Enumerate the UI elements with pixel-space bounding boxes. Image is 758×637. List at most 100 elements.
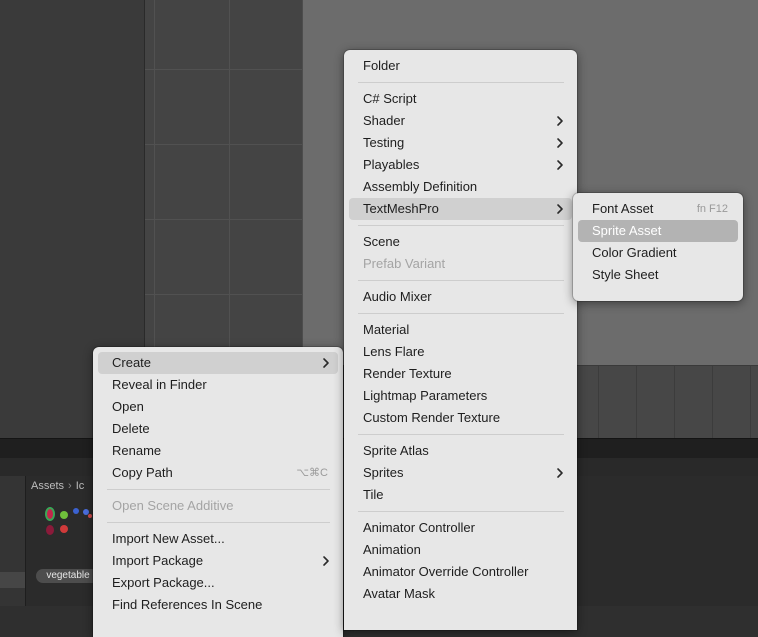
menu-item-label: Import New Asset... <box>112 531 225 546</box>
context-menu-item-import-package[interactable]: Import Package <box>98 550 338 572</box>
create-menu-item-animator-override-controller[interactable]: Animator Override Controller <box>349 561 572 583</box>
context-menu-item-delete[interactable]: Delete <box>98 418 338 440</box>
menu-item-label: Export Package... <box>112 575 215 590</box>
create-menu-item-audio-mixer[interactable]: Audio Mixer <box>349 286 572 308</box>
context-menu-separator-1 <box>107 522 330 523</box>
create-menu-item-c-script[interactable]: C# Script <box>349 88 572 110</box>
menu-item-label: Open Scene Additive <box>112 498 234 513</box>
menu-item-label: Testing <box>363 135 405 150</box>
breadcrumb: Assets › Ic <box>31 478 84 494</box>
context-menu-separator-0 <box>107 489 330 490</box>
context-menu-item-rename[interactable]: Rename <box>98 440 338 462</box>
menu-item-label: Prefab Variant <box>363 256 446 271</box>
sprite-sheet-icon <box>42 504 94 538</box>
menu-item-label: Create <box>112 355 152 370</box>
menu-item-label: Custom Render Texture <box>363 410 501 425</box>
create-menu-item-sprite-atlas[interactable]: Sprite Atlas <box>349 440 572 462</box>
create-menu-item-custom-render-texture[interactable]: Custom Render Texture <box>349 407 572 429</box>
chevron-right-icon <box>557 204 563 214</box>
create-menu-item-sprites[interactable]: Sprites <box>349 462 572 484</box>
menu-item-label: Material <box>363 322 410 337</box>
context-menu-item-create[interactable]: Create <box>98 352 338 374</box>
context-menu: Create Reveal in Finder Open Delete Rename Co… <box>93 347 343 637</box>
chevron-right-icon <box>557 468 563 478</box>
selected-folder[interactable] <box>0 572 25 588</box>
menu-item-label: Open <box>112 399 144 414</box>
menu-item-label: Sprite Atlas <box>363 443 429 458</box>
context-menu-item-copy-path[interactable]: Copy Path ⌥⌘C <box>98 462 338 484</box>
create-menu-separator-0 <box>358 82 564 83</box>
menu-item-label: Sprites <box>363 465 404 480</box>
create-menu-item-folder[interactable]: Folder <box>349 55 572 77</box>
context-menu-item-find-references-in-scene[interactable]: Find References In Scene <box>98 594 338 616</box>
menu-item-label: Folder <box>363 58 400 73</box>
menu-item-label: Tile <box>363 487 384 502</box>
asset-name-label[interactable]: vegetable <box>36 569 100 583</box>
chevron-right-icon <box>323 556 329 566</box>
context-menu-item-open[interactable]: Open <box>98 396 338 418</box>
menu-item-label: Reveal in Finder <box>112 377 207 392</box>
menu-item-label: Copy Path <box>112 465 173 480</box>
shortcut-hint: fn F12 <box>696 203 728 215</box>
menu-item-label: TextMeshPro <box>363 201 439 216</box>
menu-item-label: Style Sheet <box>592 267 659 282</box>
create-menu-item-playables[interactable]: Playables <box>349 154 572 176</box>
textmeshpro-submenu: Font Asset fn F12 Sprite Asset Color Gradie… <box>573 193 743 301</box>
tmp-menu-item-font-asset[interactable]: Font Asset fn F12 <box>578 198 738 220</box>
menu-item-label: Animator Controller <box>363 520 475 535</box>
menu-item-label: Lightmap Parameters <box>363 388 488 403</box>
create-menu-separator-2 <box>358 280 564 281</box>
context-menu-item-open-scene-additive: Open Scene Additive <box>98 495 338 517</box>
menu-item-label: Avatar Mask <box>363 586 436 601</box>
create-menu-item-tile[interactable]: Tile <box>349 484 572 506</box>
menu-item-label: Playables <box>363 157 420 172</box>
create-menu-item-animation[interactable]: Animation <box>349 539 572 561</box>
create-menu-separator-3 <box>358 313 564 314</box>
asset-thumbnail[interactable] <box>42 504 94 564</box>
create-menu-item-render-texture[interactable]: Render Texture <box>349 363 572 385</box>
create-menu-item-lens-flare[interactable]: Lens Flare <box>349 341 572 363</box>
shortcut-hint: ⌥⌘C <box>296 467 328 479</box>
context-menu-item-import-new-asset[interactable]: Import New Asset... <box>98 528 338 550</box>
menu-item-label: Delete <box>112 421 150 436</box>
create-menu-item-assembly-definition[interactable]: Assembly Definition <box>349 176 572 198</box>
menu-item-label: Scene <box>363 234 400 249</box>
create-menu-item-animator-controller[interactable]: Animator Controller <box>349 517 572 539</box>
breadcrumb-folder[interactable]: Ic <box>76 478 85 494</box>
tmp-menu-item-style-sheet[interactable]: Style Sheet <box>578 264 738 286</box>
context-menu-item-export-package[interactable]: Export Package... <box>98 572 338 594</box>
create-menu-separator-4 <box>358 434 564 435</box>
breadcrumb-assets[interactable]: Assets <box>31 478 64 494</box>
create-menu-item-prefab-variant: Prefab Variant <box>349 253 572 275</box>
menu-item-label: Assembly Definition <box>363 179 478 194</box>
menu-item-label: Animation <box>363 542 421 557</box>
menu-item-label: Rename <box>112 443 162 458</box>
create-menu-separator-5 <box>358 511 564 512</box>
create-menu-item-avatar-mask[interactable]: Avatar Mask <box>349 583 572 605</box>
chevron-right-icon <box>323 358 329 368</box>
context-menu-item-reveal-in-finder[interactable]: Reveal in Finder <box>98 374 338 396</box>
menu-item-label: Shader <box>363 113 405 128</box>
menu-item-label: Sprite Asset <box>592 223 662 238</box>
create-menu-item-lightmap-parameters[interactable]: Lightmap Parameters <box>349 385 572 407</box>
create-menu-item-testing[interactable]: Testing <box>349 132 572 154</box>
create-submenu: Folder C# Script Shader Testing Playables Ass… <box>344 50 577 630</box>
menu-item-label: Lens Flare <box>363 344 425 359</box>
menu-item-label: Font Asset <box>592 201 654 216</box>
chevron-right-icon <box>557 116 563 126</box>
menu-item-label: Animator Override Controller <box>363 564 529 579</box>
project-folder-tree[interactable] <box>0 476 26 606</box>
create-menu-item-scene[interactable]: Scene <box>349 231 572 253</box>
timeline-strip <box>560 365 758 439</box>
menu-item-label: Audio Mixer <box>363 289 432 304</box>
menu-item-label: Render Texture <box>363 366 452 381</box>
chevron-right-icon <box>557 160 563 170</box>
menu-item-label: Import Package <box>112 553 204 568</box>
menu-item-label: Color Gradient <box>592 245 677 260</box>
tmp-menu-item-sprite-asset[interactable]: Sprite Asset <box>578 220 738 242</box>
create-menu-item-shader[interactable]: Shader <box>349 110 572 132</box>
tmp-menu-item-color-gradient[interactable]: Color Gradient <box>578 242 738 264</box>
create-menu-item-material[interactable]: Material <box>349 319 572 341</box>
chevron-right-icon: › <box>68 480 72 492</box>
create-menu-item-textmeshpro[interactable]: TextMeshPro <box>349 198 572 220</box>
